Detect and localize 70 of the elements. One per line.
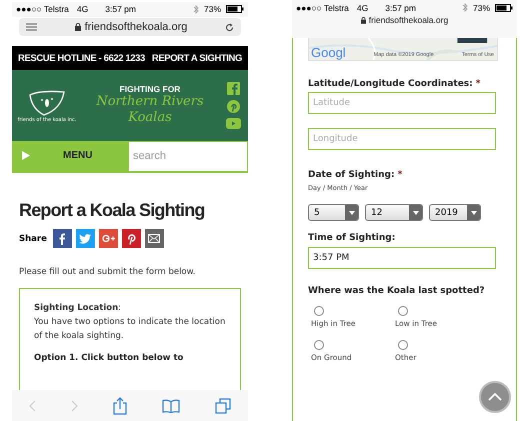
carrier: ●●●○○ Telstra — [16, 4, 69, 14]
facebook-share-button[interactable] — [52, 229, 72, 248]
url-text: friendsofthekoala.org — [84, 21, 188, 34]
menu-button[interactable]: MENU — [12, 140, 129, 172]
envelope-icon — [148, 234, 160, 243]
reload-icon[interactable] — [224, 22, 234, 32]
question-label: Where was the Koala last spotted? — [308, 286, 485, 296]
bluetooth-icon — [462, 3, 468, 12]
menu-icon[interactable] — [26, 23, 37, 32]
radio-button[interactable] — [398, 340, 408, 350]
google-plus-icon — [102, 234, 115, 243]
play-icon — [22, 151, 30, 160]
google-logo: Googl — [311, 46, 346, 59]
rescue-hotline: RESCUE HOTLINE - 6622 1233 — [18, 52, 145, 64]
sighting-location-text: Sighting Location: You have two options to indicate the location of the koala sighting. — [34, 302, 226, 343]
report-sighting-link[interactable]: REPORT A SIGHTING — [152, 52, 242, 64]
field-label: Latitude/Longitude Coordinates: — [308, 79, 473, 89]
share-label: Share — [19, 234, 47, 244]
battery-icon — [495, 4, 513, 12]
field-label: Time of Sighting: — [308, 233, 396, 243]
dropdown-arrow-icon — [470, 210, 476, 214]
scroll-to-top-button[interactable] — [479, 381, 511, 413]
bluetooth-icon — [192, 4, 199, 14]
site-title: Northern Rivers — [96, 94, 204, 110]
clock: 3:57 pm — [385, 2, 416, 12]
pinterest-icon[interactable] — [226, 100, 240, 113]
site-title: Koalas — [128, 110, 172, 126]
carrier: ●●●○○ Telstra — [296, 2, 349, 12]
googleplus-share-button[interactable] — [98, 229, 118, 248]
battery-percent: 73% — [472, 2, 490, 12]
facebook-icon — [57, 232, 68, 244]
chevron-up-icon — [488, 393, 502, 401]
option-text: Option 1. Click button below to — [34, 353, 184, 363]
radio-button[interactable] — [314, 306, 324, 316]
play-video-icon[interactable] — [226, 118, 240, 129]
tagline: FIGHTING FOR — [120, 84, 180, 94]
input-field[interactable]: Longitude — [308, 128, 496, 150]
field-label: Date of Sighting: — [308, 170, 395, 180]
dropdown[interactable]: 12 — [365, 204, 423, 221]
battery-percent: 73% — [204, 4, 221, 14]
pinterest-share-button[interactable] — [122, 229, 141, 248]
facebook-icon[interactable] — [226, 82, 240, 95]
radio-button[interactable] — [398, 306, 408, 316]
network: 4G — [76, 4, 88, 14]
network: 4G — [356, 2, 368, 12]
page-title: Report a Koala Sighting — [19, 200, 206, 221]
radio-button[interactable] — [314, 340, 324, 350]
address-bar[interactable]: friendsofthekoala.org — [19, 18, 241, 36]
dropdown-arrow-icon — [348, 210, 354, 214]
book-icon[interactable] — [162, 398, 180, 412]
pinterest-icon — [126, 232, 136, 244]
email-share-button[interactable] — [144, 229, 164, 248]
twitter-share-button[interactable] — [76, 229, 95, 248]
share-icon[interactable] — [112, 396, 127, 414]
dropdown[interactable]: 5 — [308, 204, 359, 221]
bird-icon — [79, 234, 92, 244]
required-asterisk: * — [476, 79, 480, 89]
input-field[interactable]: Latitude — [308, 92, 496, 114]
clock: 3:57 pm — [105, 4, 136, 14]
url-text[interactable]: friendsofthekoala.org — [368, 15, 448, 25]
lock-icon — [360, 16, 366, 24]
lock-icon — [74, 23, 81, 32]
input-field[interactable]: 3:57 PM — [308, 247, 496, 269]
required-asterisk: * — [398, 170, 402, 180]
search-field[interactable]: search — [129, 140, 248, 172]
tabs-icon[interactable] — [214, 398, 231, 414]
intro-text: Please fill out and submit the form below. — [19, 267, 196, 277]
dropdown-arrow-icon — [412, 210, 418, 214]
dropdown[interactable]: 2019 — [429, 204, 481, 221]
battery-icon — [226, 5, 244, 14]
